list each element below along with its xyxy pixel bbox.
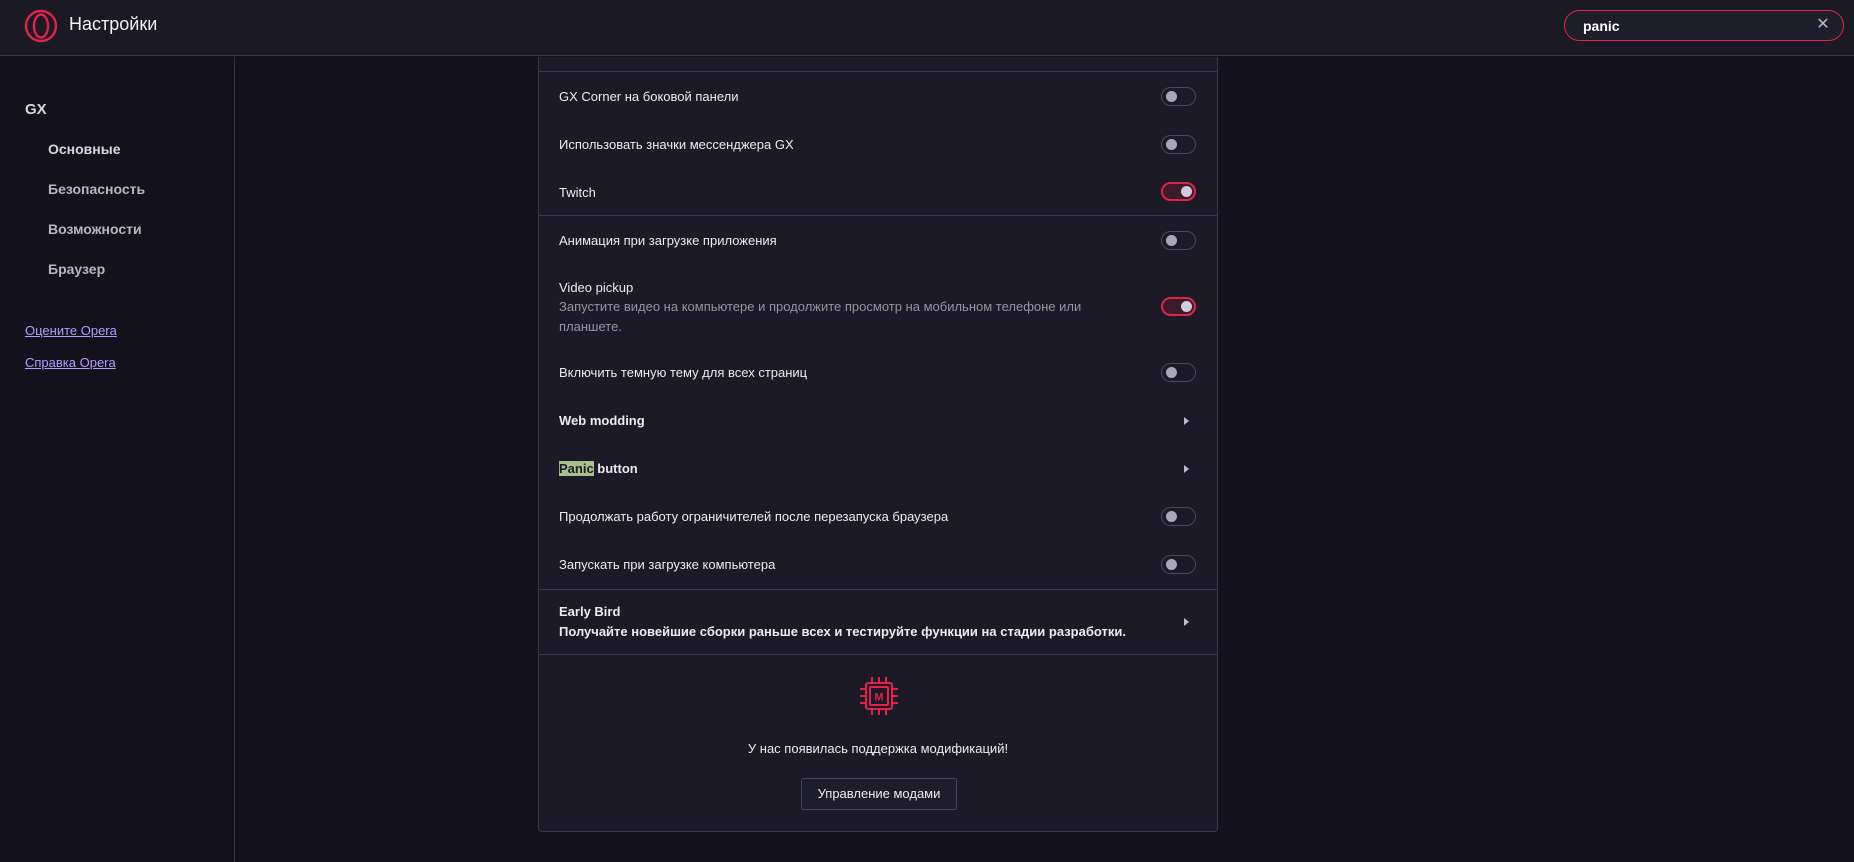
search-box[interactable]: ✕: [1564, 10, 1844, 41]
sidebar-item-basic[interactable]: Основные: [48, 141, 121, 157]
sidebar-item-features[interactable]: Возможности: [48, 221, 142, 237]
toggle-knob: [1166, 559, 1177, 570]
toggle-knob: [1166, 235, 1177, 246]
panic-button-label-rest: button: [593, 461, 638, 476]
chevron-right-icon[interactable]: [1184, 417, 1189, 425]
manage-mods-button[interactable]: Управление модами: [801, 778, 957, 810]
sidebar-section-gx: GX: [25, 101, 47, 118]
toggle-knob: [1166, 139, 1177, 150]
chevron-right-icon[interactable]: [1184, 465, 1189, 473]
setting-messenger-icons-label: Использовать значки мессенджера GX: [559, 137, 794, 152]
setting-limiters-restart-label: Продолжать работу ограничителей после пе…: [559, 509, 949, 524]
chevron-right-icon[interactable]: [1184, 618, 1189, 626]
dark-theme-toggle[interactable]: [1161, 363, 1196, 382]
divider: [539, 589, 1217, 590]
limiters-restart-toggle[interactable]: [1161, 507, 1196, 526]
opera-logo-icon: [24, 9, 58, 43]
search-highlight: Panic: [559, 461, 594, 476]
setting-dark-theme-label: Включить темную тему для всех страниц: [559, 365, 808, 380]
chip-mod-letter: M: [874, 692, 883, 704]
page-title: Настройки: [69, 14, 158, 34]
setting-startup-animation-label: Анимация при загрузке приложения: [559, 233, 777, 248]
messenger-icons-toggle[interactable]: [1161, 135, 1196, 154]
startup-animation-toggle[interactable]: [1161, 231, 1196, 250]
setting-early-bird-label[interactable]: Early Bird: [559, 604, 620, 619]
top-bar: Настройки ✕: [0, 0, 1854, 56]
divider: [539, 654, 1217, 655]
setting-web-modding-label[interactable]: Web modding: [559, 413, 645, 428]
rate-opera-link[interactable]: Оцените Opera: [25, 323, 117, 338]
gx-corner-toggle[interactable]: [1161, 87, 1196, 106]
settings-panel: GX Corner на боковой панели Использовать…: [538, 57, 1218, 832]
toggle-knob: [1166, 91, 1177, 102]
setting-twitch-label: Twitch: [559, 185, 596, 200]
video-pickup-toggle[interactable]: [1161, 297, 1196, 316]
run-on-startup-toggle[interactable]: [1161, 555, 1196, 574]
setting-panic-button-label[interactable]: Panic button: [559, 461, 638, 476]
chip-mod-icon: M: [860, 677, 898, 715]
setting-video-pickup-description: Запустите видео на компьютере и продолжи…: [559, 299, 1082, 334]
setting-run-on-startup-label: Запускать при загрузке компьютера: [559, 557, 776, 572]
divider: [539, 71, 1217, 72]
mods-support-text: У нас появилась поддержка модификаций!: [747, 741, 1009, 756]
toggle-knob: [1166, 367, 1177, 378]
divider: [539, 215, 1217, 216]
sidebar: GX Основные Безопасность Возможности Бра…: [0, 57, 235, 862]
close-icon[interactable]: ✕: [1813, 15, 1833, 35]
opera-help-link[interactable]: Справка Opera: [25, 355, 116, 370]
setting-video-pickup-label: Video pickup: [559, 280, 634, 295]
toggle-knob: [1181, 301, 1192, 312]
twitch-toggle[interactable]: [1161, 182, 1196, 201]
setting-gx-corner-label: GX Corner на боковой панели: [559, 89, 739, 104]
sidebar-item-browser[interactable]: Браузер: [48, 261, 105, 277]
setting-early-bird-description: Получайте новейшие сборки раньше всех и …: [559, 624, 1126, 639]
toggle-knob: [1181, 186, 1192, 197]
search-input[interactable]: [1583, 16, 1803, 36]
sidebar-item-security[interactable]: Безопасность: [48, 181, 145, 197]
toggle-knob: [1166, 511, 1177, 522]
